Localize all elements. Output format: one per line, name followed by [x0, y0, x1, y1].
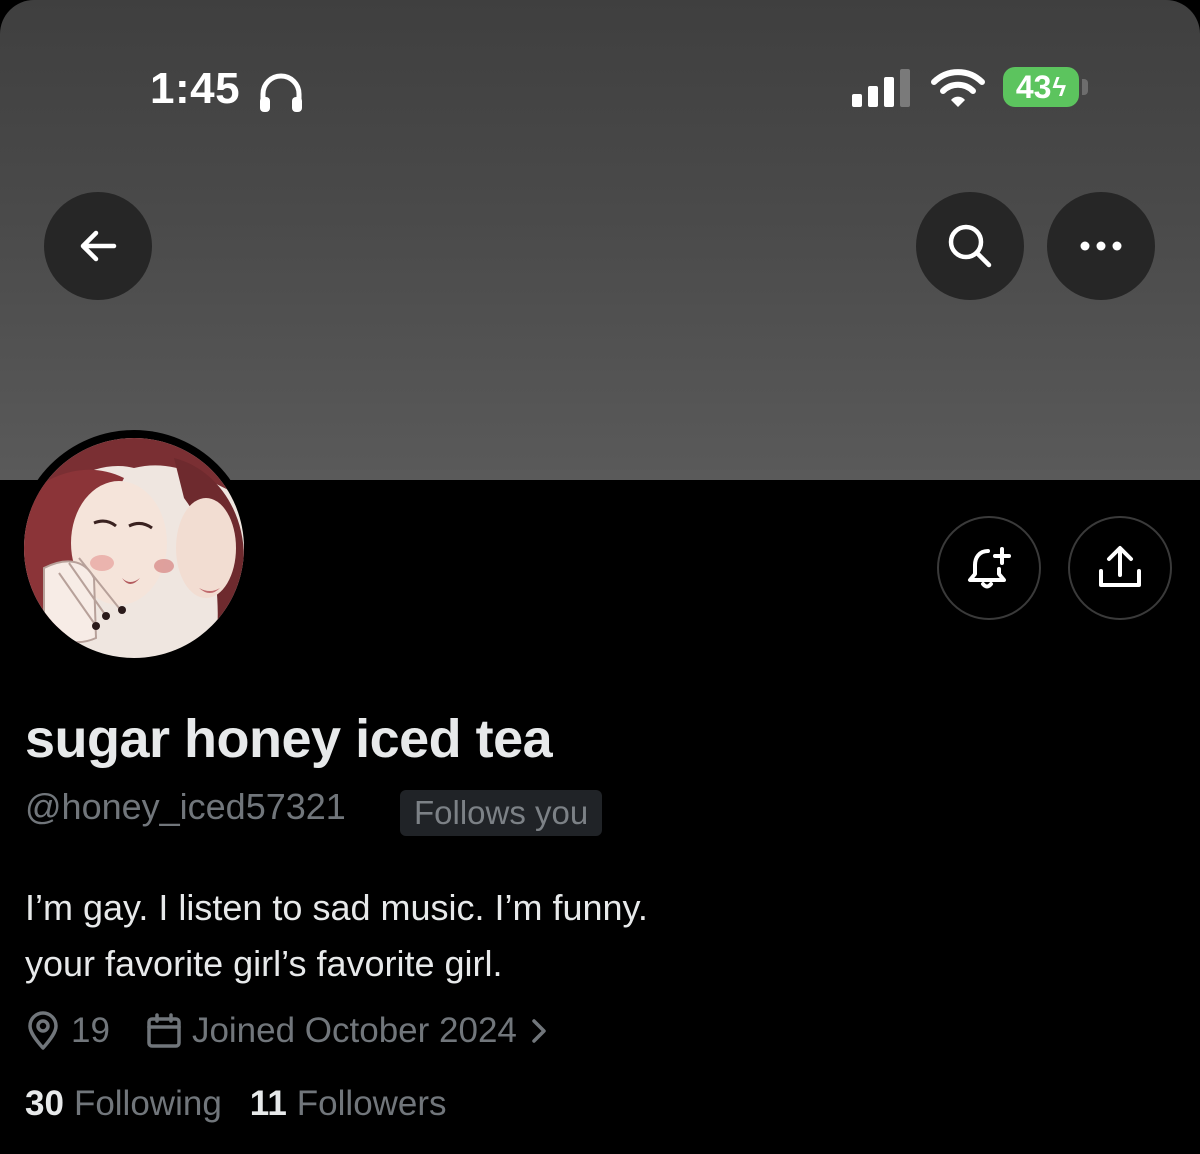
chevron-right-icon: [532, 1019, 546, 1043]
status-time: 1:45: [150, 64, 241, 113]
status-bar: 1:45 43 ϟ: [0, 0, 1200, 140]
arrow-left-icon: [80, 230, 117, 262]
profile-bio: I’m gay. I listen to sad music. I’m funn…: [25, 887, 648, 984]
share-upload-icon: [1099, 546, 1141, 587]
battery-level: 43: [1015, 68, 1052, 105]
avatar-illustration: [24, 438, 244, 658]
search-icon: [948, 224, 992, 268]
profile-avatar[interactable]: [16, 430, 252, 666]
location-pin-icon: [28, 1011, 58, 1050]
following-label: Following: [73, 1084, 222, 1123]
share-button[interactable]: [1068, 516, 1172, 620]
battery-indicator: 43 ϟ: [1003, 67, 1079, 107]
battery-cap: [1082, 79, 1088, 95]
follows-you-badge: Follows you: [400, 790, 603, 836]
more-options-button[interactable]: [1047, 192, 1155, 300]
search-button[interactable]: [916, 192, 1024, 300]
following-link[interactable]: 30 Following: [25, 1084, 222, 1124]
back-button[interactable]: [44, 192, 152, 300]
followers-label: Followers: [296, 1084, 447, 1123]
location-text: 19: [71, 1011, 110, 1050]
joined-date-text: Joined October 2024: [191, 1011, 517, 1050]
follow-stats: 30 Following 11 Followers: [25, 1084, 447, 1124]
followers-link[interactable]: 11 Followers: [250, 1084, 447, 1124]
charging-bolt-icon: ϟ: [1052, 71, 1067, 102]
bell-plus-icon: [968, 547, 1011, 589]
followers-count: 11: [249, 1084, 287, 1123]
display-name: sugar honey iced tea: [25, 709, 553, 769]
following-count: 30: [25, 1084, 64, 1123]
cellular-signal-icon: [852, 69, 910, 107]
calendar-icon: [147, 1013, 181, 1048]
profile-meta: 19 Joined October 2024: [25, 1006, 547, 1056]
headphones-icon: [260, 73, 302, 112]
user-handle: @honey_iced57321: [25, 786, 346, 827]
joined-date-link[interactable]: Joined October 2024: [146, 1011, 547, 1051]
ellipsis-icon: [1080, 241, 1122, 251]
wifi-icon: [931, 69, 985, 107]
notifications-toggle-button[interactable]: [937, 516, 1041, 620]
